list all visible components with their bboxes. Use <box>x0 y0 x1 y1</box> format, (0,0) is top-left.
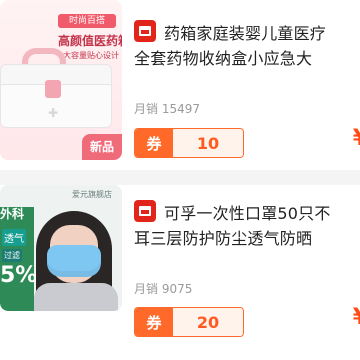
current-price: ¥ <box>353 126 360 151</box>
product-title-line-2[interactable]: 全套药物收纳盒小应急大 <box>134 45 312 69</box>
product-image[interactable]: 时尚百搭 高颜值医药箱 大容量贴心设计 ✚ 新品 <box>0 0 122 160</box>
current-price: ¥ <box>353 305 360 330</box>
product-card[interactable]: 时尚百搭 高颜值医药箱 大容量贴心设计 ✚ 新品 药箱家庭装婴儿童医疗 全套药物… <box>0 0 360 170</box>
coupon-button[interactable]: 券 10 <box>134 128 244 158</box>
monthly-sales: 月销 9075 <box>134 282 193 296</box>
product-info: 可孚一次性口罩50只不 耳三层防护防尘透气防晒 月销 9075 ¥ 券 20 ¥ <box>134 185 360 345</box>
image-tag: 时尚百搭 <box>58 14 116 28</box>
coupon-value: 10 <box>173 129 243 157</box>
medicine-cross-icon: ✚ <box>48 106 59 120</box>
product-image[interactable]: 爱元旗舰店 外科 透气 过滤 5% <box>0 185 122 311</box>
product-card[interactable]: 爱元旗舰店 外科 透气 过滤 5% 可孚一次性口罩50只不 耳三层防护防尘透气防… <box>0 185 360 360</box>
product-title-line-1[interactable]: 可孚一次性口罩50只不 <box>164 200 331 224</box>
shopping-bag-icon <box>134 200 156 222</box>
monthly-sales: 月销 15497 <box>134 102 200 116</box>
product-list: 时尚百搭 高颜值医药箱 大容量贴心设计 ✚ 新品 药箱家庭装婴儿童医疗 全套药物… <box>0 0 360 360</box>
coupon-label: 券 <box>135 308 173 336</box>
image-headline: 高颜值医药箱 <box>58 34 122 48</box>
coupon-value: 20 <box>173 308 243 336</box>
image-text-percent: 5% <box>0 263 38 288</box>
shopping-bag-icon <box>134 20 156 42</box>
image-store-name: 爱元旗舰店 <box>72 190 112 199</box>
image-text-big: 外科 <box>0 207 25 221</box>
coupon-button[interactable]: 券 20 <box>134 307 244 337</box>
image-subline: 大容量贴心设计 <box>63 51 119 60</box>
model-coat <box>34 283 118 311</box>
face-mask <box>47 245 101 277</box>
product-info: 药箱家庭装婴儿童医疗 全套药物收纳盒小应急大 月销 15497 ¥ 券 10 ¥ <box>134 0 360 160</box>
product-title-line-2[interactable]: 耳三层防护防尘透气防晒 <box>134 225 312 249</box>
medicine-box-latch <box>45 80 61 98</box>
image-text-small: 过滤 <box>2 249 22 262</box>
new-badge: 新品 <box>82 134 122 160</box>
image-text-mid: 透气 <box>2 229 26 246</box>
coupon-label: 券 <box>135 129 173 157</box>
product-title-line-1[interactable]: 药箱家庭装婴儿童医疗 <box>164 20 326 44</box>
